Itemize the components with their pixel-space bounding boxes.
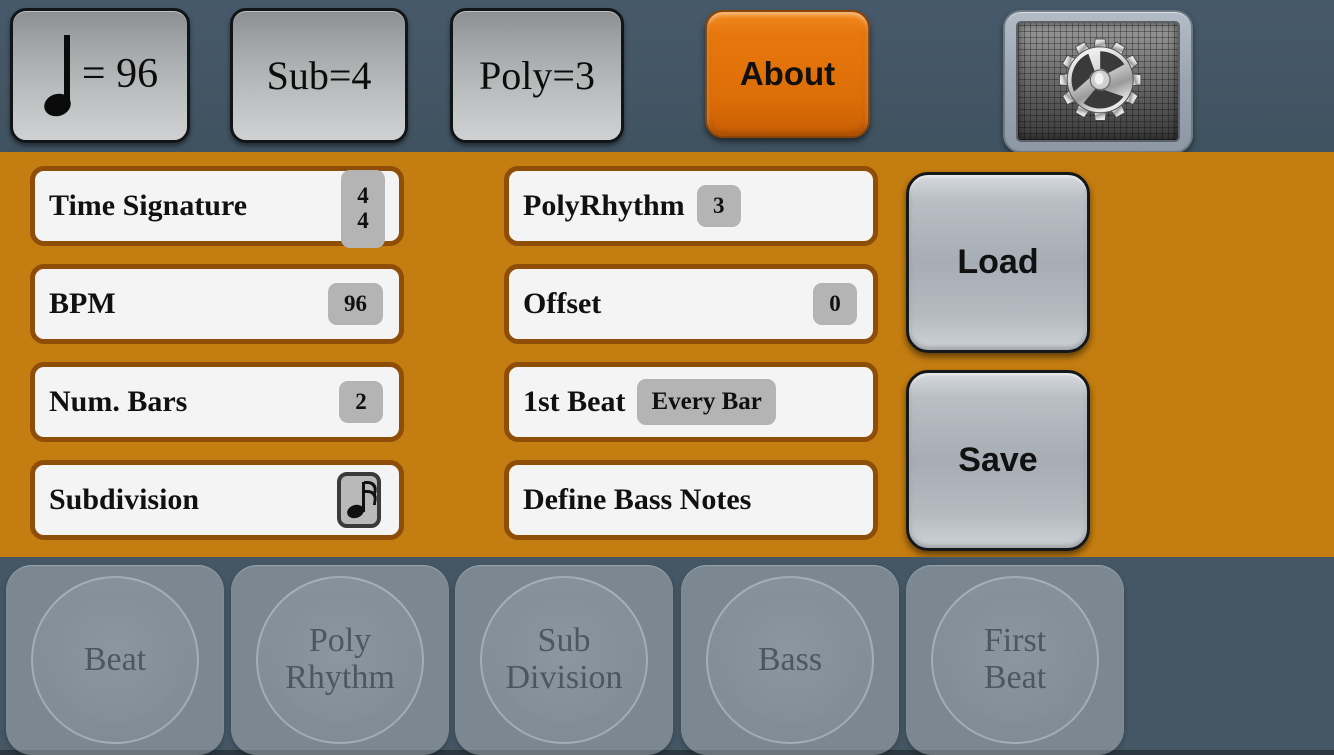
row-subdivision[interactable]: Subdivision (30, 460, 404, 540)
row-define-bass-notes-label: Define Bass Notes (523, 483, 752, 516)
row-num-bars-value[interactable]: 2 (339, 381, 383, 423)
settings-column-right: PolyRhythm 3 Offset 0 1st Beat Every Bar… (504, 166, 878, 558)
row-time-signature-label: Time Signature (49, 189, 248, 222)
tempo-button-content: = 96 (13, 33, 187, 120)
row-subdivision-label: Subdivision (49, 483, 200, 516)
row-polyrhythm-value[interactable]: 3 (696, 185, 741, 227)
pad-beat[interactable]: Beat (6, 565, 224, 755)
save-button[interactable]: Save (906, 370, 1090, 551)
row-time-signature-value[interactable]: 4 4 (341, 170, 385, 248)
polyrhythm-button-label: Poly=3 (479, 53, 595, 98)
subdivision-button-label: Sub=4 (266, 53, 372, 98)
top-toolbar: = 96 Sub=4 Poly=3 About (0, 0, 1334, 153)
pad-polyrhythm-label: Poly Rhythm (285, 622, 395, 696)
about-button-label: About (739, 55, 836, 92)
pad-subdivision-label: Sub Division (505, 622, 623, 696)
row-first-beat-value[interactable]: Every Bar (637, 379, 776, 425)
save-button-label: Save (958, 441, 1038, 479)
sound-pad-bar: Beat Poly Rhythm Sub Division Bass First… (0, 557, 1334, 755)
row-first-beat[interactable]: 1st Beat Every Bar (504, 362, 878, 442)
subdivision-button[interactable]: Sub=4 (230, 8, 408, 143)
pad-subdivision[interactable]: Sub Division (455, 565, 673, 755)
row-offset-value[interactable]: 0 (813, 283, 857, 325)
pad-bass-label: Bass (757, 640, 823, 678)
row-bpm-label: BPM (49, 287, 116, 320)
sixteenth-note-icon[interactable] (337, 472, 381, 528)
pad-beat-label: Beat (83, 640, 147, 678)
row-bpm[interactable]: BPM 96 (30, 264, 404, 344)
quarter-note-icon (41, 33, 76, 120)
row-polyrhythm-label: PolyRhythm (523, 189, 685, 222)
pad-first-beat[interactable]: First Beat (906, 565, 1124, 755)
row-offset[interactable]: Offset 0 (504, 264, 878, 344)
row-define-bass-notes[interactable]: Define Bass Notes (504, 460, 878, 540)
pad-first-beat-label: First Beat (983, 622, 1047, 696)
gear-icon (1016, 21, 1180, 142)
tempo-button[interactable]: = 96 (10, 8, 190, 143)
row-offset-label: Offset (523, 287, 602, 320)
row-first-beat-label: 1st Beat (523, 385, 626, 418)
settings-button[interactable] (1003, 10, 1193, 153)
tempo-button-label: = 96 (81, 50, 159, 97)
row-time-signature[interactable]: Time Signature 4 4 (30, 166, 404, 248)
settings-panel: Time Signature 4 4 BPM 96 Num. Bars 2 Su… (0, 152, 1334, 557)
app-root: = 96 Sub=4 Poly=3 About Time Signature 4… (0, 0, 1334, 755)
about-button[interactable]: About (705, 10, 870, 138)
pad-polyrhythm[interactable]: Poly Rhythm (231, 565, 449, 755)
settings-column-left: Time Signature 4 4 BPM 96 Num. Bars 2 Su… (30, 166, 404, 558)
time-signature-numerator: 4 (357, 183, 369, 209)
row-bpm-value[interactable]: 96 (328, 283, 383, 325)
row-polyrhythm[interactable]: PolyRhythm 3 (504, 166, 878, 246)
load-button[interactable]: Load (906, 172, 1090, 353)
polyrhythm-button[interactable]: Poly=3 (450, 8, 624, 143)
time-signature-denominator: 4 (357, 208, 369, 233)
row-num-bars[interactable]: Num. Bars 2 (30, 362, 404, 442)
pad-bass[interactable]: Bass (681, 565, 899, 755)
row-num-bars-label: Num. Bars (49, 385, 188, 418)
load-button-label: Load (957, 243, 1039, 281)
